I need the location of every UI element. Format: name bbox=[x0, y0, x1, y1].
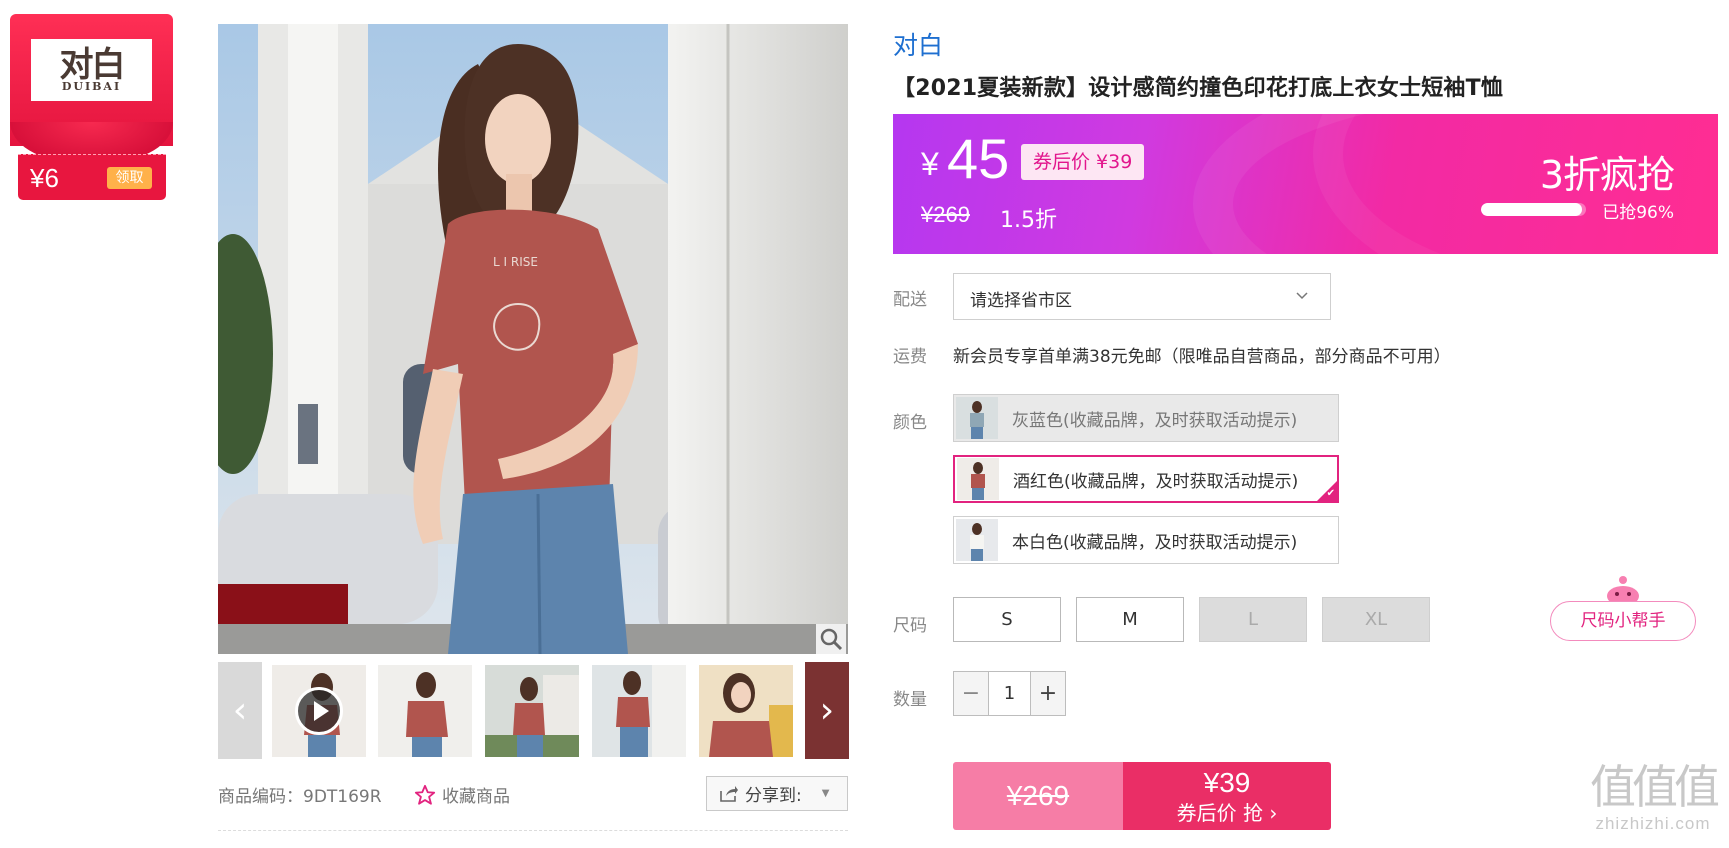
thumbnail-5[interactable] bbox=[699, 665, 793, 757]
flash-sale-label: 3折疯抢 bbox=[1539, 153, 1675, 197]
svg-text:L I RISE: L I RISE bbox=[493, 255, 538, 269]
chevron-down-icon: ▼ bbox=[821, 788, 830, 799]
size-helper-button[interactable]: 尺码小帮手 bbox=[1550, 601, 1696, 641]
brand-link[interactable]: 对白 bbox=[893, 26, 943, 62]
buy-with-coupon-button[interactable]: ¥39 券后价 抢 › bbox=[1123, 762, 1331, 830]
thumbnail-2[interactable] bbox=[378, 665, 472, 757]
price-banner: ¥ 45 券后价 ¥39 ¥269 1.5折 3折疯抢 已抢96% bbox=[893, 114, 1718, 254]
color-label: 颜色 bbox=[893, 413, 927, 433]
size-option-s[interactable]: S bbox=[953, 597, 1061, 642]
thumbnail-4[interactable] bbox=[592, 665, 686, 757]
thumbnail-image bbox=[592, 665, 686, 757]
product-meta-row: 商品编码：9DT169R 收藏商品 分享到: ▼ bbox=[218, 776, 848, 811]
share-icon bbox=[720, 785, 738, 802]
quantity-input[interactable]: 1 bbox=[988, 672, 1031, 715]
color-option-gray-blue[interactable]: 灰蓝色(收藏品牌，及时获取活动提示) bbox=[953, 394, 1339, 442]
thumbnail-video[interactable] bbox=[272, 665, 366, 757]
region-select[interactable]: 请选择省市区 bbox=[953, 273, 1331, 320]
share-button[interactable]: 分享到: ▼ bbox=[706, 776, 848, 811]
brand-logo-subtext: DUIBAI bbox=[61, 79, 122, 93]
color-option-label: 酒红色(收藏品牌，及时获取活动提示) bbox=[1013, 471, 1299, 492]
check-icon: ✔ bbox=[1326, 488, 1335, 499]
discount-rate: 1.5折 bbox=[1000, 208, 1057, 233]
main-product-image[interactable]: L I RISE bbox=[218, 24, 848, 654]
thumbnail-image bbox=[378, 665, 472, 757]
favorite-label: 收藏商品 bbox=[442, 787, 510, 807]
play-video-icon[interactable] bbox=[295, 687, 343, 735]
brand-logo-text: 对白 bbox=[59, 44, 126, 85]
color-swatch bbox=[956, 519, 998, 561]
thumb-next-button[interactable]: › bbox=[805, 662, 849, 759]
price-currency: ¥ bbox=[921, 146, 939, 182]
original-price: ¥269 bbox=[921, 202, 970, 227]
color-option-label: 灰蓝色(收藏品牌，及时获取活动提示) bbox=[1012, 410, 1298, 431]
brand-logo[interactable]: 对白 DUIBAI bbox=[31, 39, 152, 101]
size-option-l[interactable]: L bbox=[1199, 597, 1307, 642]
color-option-wine-red[interactable]: 酒红色(收藏品牌，及时获取活动提示) ✔ bbox=[953, 455, 1339, 503]
current-price: 45 bbox=[947, 127, 1010, 190]
size-option-m[interactable]: M bbox=[1076, 597, 1184, 642]
thumbnail-3[interactable] bbox=[485, 665, 579, 757]
watermark-url: zhizhizhi.com bbox=[1595, 814, 1711, 833]
brand-coupon-badge: 对白 DUIBAI ¥6 领取 bbox=[10, 14, 173, 200]
delivery-label: 配送 bbox=[893, 290, 927, 310]
product-photo: L I RISE bbox=[218, 24, 848, 654]
sku-code: 商品编码：9DT169R bbox=[218, 787, 382, 807]
size-option-xl[interactable]: XL bbox=[1322, 597, 1430, 642]
quantity-label: 数量 bbox=[893, 690, 927, 710]
share-label: 分享到: bbox=[745, 786, 802, 806]
favorite-button[interactable]: 收藏商品 bbox=[414, 782, 510, 807]
watermark-logo: 值值值 bbox=[1590, 760, 1720, 814]
color-option-off-white[interactable]: 本白色(收藏品牌，及时获取活动提示) bbox=[953, 516, 1339, 564]
quantity-decrease-button[interactable]: − bbox=[954, 672, 988, 715]
quantity-increase-button[interactable]: + bbox=[1031, 672, 1065, 715]
divider bbox=[218, 830, 848, 831]
sold-progress-fill bbox=[1481, 203, 1582, 216]
quantity-stepper: − 1 + bbox=[953, 671, 1066, 716]
thumbnail-image bbox=[485, 665, 579, 757]
region-select-placeholder: 请选择省市区 bbox=[970, 291, 1072, 311]
buy-coupon-price: ¥39 bbox=[1203, 767, 1251, 798]
watermark: 值值值 zhizhizhi.com bbox=[1578, 760, 1728, 848]
color-option-label: 本白色(收藏品牌，及时获取活动提示) bbox=[1012, 532, 1298, 553]
product-title: 【2021夏装新款】设计感简约撞色印花打底上衣女士短袖T恤 bbox=[893, 76, 1504, 101]
chevron-down-icon bbox=[1296, 289, 1308, 303]
brand-coupon: ¥6 领取 bbox=[18, 154, 166, 200]
color-swatch bbox=[957, 458, 999, 500]
thumb-prev-button[interactable]: ‹ bbox=[218, 662, 262, 759]
shipping-info: 新会员专享首单满38元免邮（限唯品自营商品，部分商品不可用） bbox=[953, 347, 1451, 367]
coupon-value: ¥6 bbox=[30, 163, 59, 193]
color-swatch bbox=[956, 397, 998, 439]
zoom-icon[interactable] bbox=[816, 624, 846, 654]
thumbnail-image bbox=[699, 665, 793, 757]
sold-progress-bar bbox=[1481, 203, 1586, 216]
claim-coupon-button[interactable]: 领取 bbox=[107, 167, 152, 189]
thumbnail-strip: ‹ › bbox=[218, 662, 849, 759]
buy-bar: ¥269 ¥39 券后价 抢 › bbox=[953, 762, 1331, 830]
buy-coupon-action: 券后价 抢 › bbox=[1176, 801, 1278, 825]
coupon-price-tag: 券后价 ¥39 bbox=[1021, 144, 1145, 180]
size-label: 尺码 bbox=[893, 616, 927, 636]
sold-percent-text: 已抢96% bbox=[1602, 203, 1674, 223]
star-icon bbox=[414, 784, 436, 805]
buy-original-price[interactable]: ¥269 bbox=[953, 762, 1123, 830]
shipping-label: 运费 bbox=[893, 347, 927, 367]
